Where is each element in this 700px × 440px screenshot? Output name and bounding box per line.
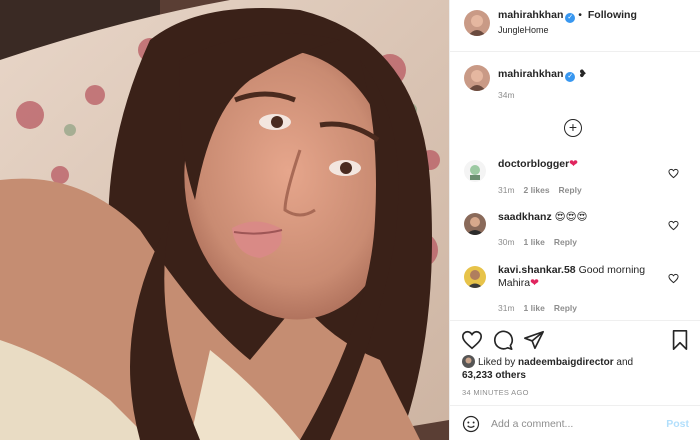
comment-username[interactable]: kavi.shankar.58 xyxy=(498,264,576,276)
comment-like-heart-icon[interactable] xyxy=(668,168,679,179)
likes-count[interactable]: 63,233 others xyxy=(462,370,526,381)
comment-meta: 31m 1 like Reply xyxy=(498,303,586,313)
comment-item: saadkhanz 😍😍😍 30m 1 like Reply xyxy=(450,211,700,261)
liked-by-and: and xyxy=(616,357,634,368)
reply-button[interactable]: Reply xyxy=(559,185,582,195)
comment-like-heart-icon[interactable] xyxy=(668,220,679,231)
comment-username[interactable]: saadkhanz xyxy=(498,211,552,223)
comment-time[interactable]: 30m xyxy=(498,237,515,247)
selfie-photo-image xyxy=(0,0,449,440)
add-comment-bar: Add a comment... Post xyxy=(450,405,700,440)
comment-text: 😍😍😍 xyxy=(554,211,588,223)
follow-separator: • xyxy=(578,9,582,21)
comment-likes[interactable]: 2 likes xyxy=(524,185,550,195)
author-avatar[interactable] xyxy=(464,10,490,36)
comment-body: saadkhanz 😍😍😍 xyxy=(498,211,658,224)
emoji-icon[interactable] xyxy=(462,415,480,433)
comment-meta: 30m 1 like Reply xyxy=(498,237,586,247)
add-circle-icon[interactable]: + xyxy=(564,119,582,137)
comment-username[interactable]: doctorblogger xyxy=(498,158,569,170)
following-button[interactable]: Following xyxy=(588,9,637,21)
avatar-image xyxy=(464,160,486,182)
caption-author-avatar[interactable] xyxy=(464,65,490,91)
comment-likes[interactable]: 1 like xyxy=(524,303,545,313)
caption-line: mahirahkhan ✓ ❥ xyxy=(498,68,587,82)
liker-avatar[interactable] xyxy=(462,355,475,368)
likes-summary: Liked by nadeembaigdirector and 63,233 o… xyxy=(462,355,692,382)
caption-text: ❥ xyxy=(578,68,588,80)
author-username[interactable]: mahirahkhan xyxy=(498,9,563,21)
commenter-avatar[interactable] xyxy=(464,213,486,235)
post-actions-section: Liked by nadeembaigdirector and 63,233 o… xyxy=(450,320,700,440)
caption-username[interactable]: mahirahkhan xyxy=(498,68,563,80)
comment-time[interactable]: 31m xyxy=(498,303,515,313)
post-header: mahirahkhan ✓ • Following JungleHome xyxy=(450,0,700,52)
commenter-avatar[interactable] xyxy=(464,266,486,288)
comment-body: kavi.shankar.58 Good morning Mahira❤ xyxy=(498,264,658,290)
instagram-post: mahirahkhan ✓ • Following JungleHome mahi… xyxy=(0,0,700,440)
heart-icon[interactable] xyxy=(461,329,483,351)
avatar-image xyxy=(464,213,486,235)
comment-item: kavi.shankar.58 Good morning Mahira❤ 31m… xyxy=(450,264,700,314)
avatar-image xyxy=(464,65,490,91)
avatar-image xyxy=(464,10,490,36)
avatar-image xyxy=(462,355,475,368)
post-comment-button[interactable]: Post xyxy=(666,418,689,430)
comment-item: doctorblogger❤ 31m 2 likes Reply xyxy=(450,158,700,208)
comment-text-emoji: ❤ xyxy=(530,277,539,289)
post-photo[interactable] xyxy=(0,0,449,440)
commenter-avatar[interactable] xyxy=(464,160,486,182)
liked-by-user[interactable]: nadeembaigdirector xyxy=(518,357,614,368)
post-side-panel: mahirahkhan ✓ • Following JungleHome mahi… xyxy=(449,0,700,440)
reply-button[interactable]: Reply xyxy=(554,303,577,313)
liked-by-prefix: Liked by xyxy=(478,357,516,368)
comment-body: doctorblogger❤ xyxy=(498,158,658,171)
verified-badge-icon: ✓ xyxy=(565,13,576,23)
share-icon[interactable] xyxy=(523,329,545,351)
comment-like-heart-icon[interactable] xyxy=(668,273,679,284)
comment-meta: 31m 2 likes Reply xyxy=(498,185,591,195)
bookmark-icon[interactable] xyxy=(669,329,691,351)
avatar-image xyxy=(464,266,486,288)
reply-button[interactable]: Reply xyxy=(554,237,577,247)
post-location[interactable]: JungleHome xyxy=(498,25,549,35)
header-line: mahirahkhan ✓ • Following xyxy=(498,9,637,23)
comment-time[interactable]: 31m xyxy=(498,185,515,195)
posted-time[interactable]: 34 MINUTES AGO xyxy=(462,388,529,397)
caption-timestamp[interactable]: 34m xyxy=(498,90,515,100)
add-comment-input[interactable]: Add a comment... xyxy=(491,418,573,430)
comment-likes[interactable]: 1 like xyxy=(524,237,545,247)
comment-text: ❤ xyxy=(569,158,578,170)
verified-badge-icon: ✓ xyxy=(565,72,576,82)
comment-icon[interactable] xyxy=(492,329,514,351)
